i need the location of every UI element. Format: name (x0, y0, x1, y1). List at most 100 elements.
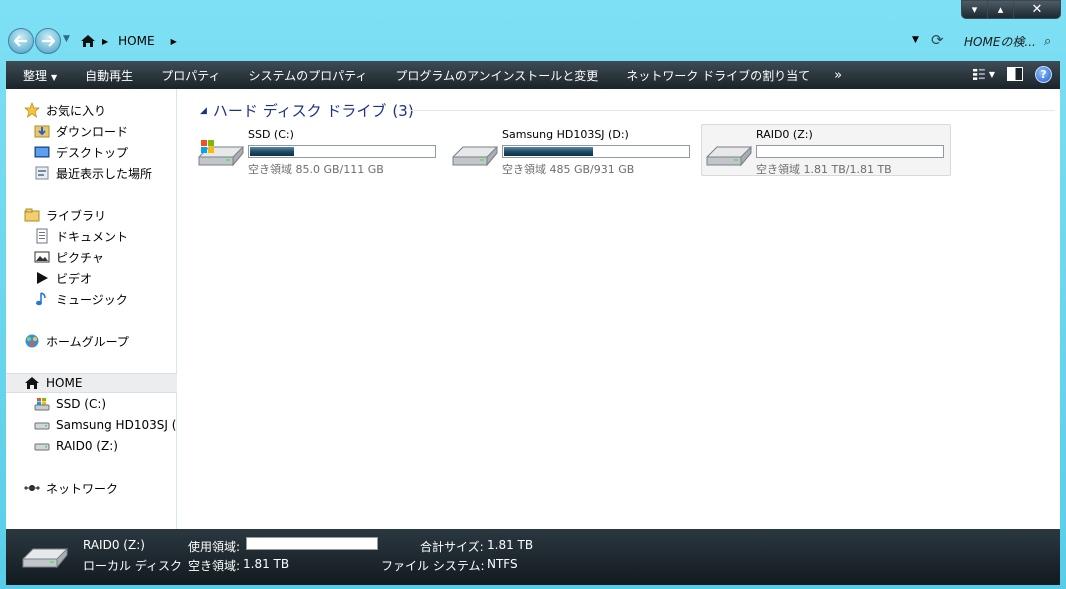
view-controls: ▼ ? (973, 65, 1052, 83)
nav-item-music[interactable]: ミュージック (6, 289, 177, 309)
nav-item-videos[interactable]: ビデオ (6, 268, 177, 288)
more-commands-button[interactable]: » (824, 68, 856, 83)
nav-network[interactable]: ネットワーク (6, 478, 177, 498)
breadcrumb-item-home[interactable]: HOME (118, 34, 154, 48)
organize-button[interactable]: 整理 ▼ (6, 67, 71, 84)
drive-usage-bar (502, 145, 690, 158)
window-controls: ▾ ▴ ✕ (961, 0, 1061, 19)
nav-item-documents[interactable]: ドキュメント (6, 226, 177, 246)
minimize-button[interactable]: ▾ (961, 0, 988, 19)
system-properties-button[interactable]: システムのプロパティ (234, 67, 381, 84)
music-icon (34, 291, 50, 307)
details-total-value: 1.81 TB (487, 538, 534, 552)
view-icon (973, 68, 985, 80)
close-button[interactable]: ✕ (1014, 0, 1061, 19)
hard-drive-icon (702, 125, 756, 177)
drive-usage-bar (248, 145, 436, 158)
drive-name: RAID0 (Z:) (756, 128, 813, 141)
video-icon (34, 270, 50, 286)
home-icon (24, 375, 40, 391)
nav-item-label: RAID0 (Z:) (56, 439, 118, 453)
recent-places-icon (34, 165, 50, 181)
drive-free-space: 空き領域 1.81 TB/1.81 TB (756, 163, 892, 176)
hard-drive-icon (34, 438, 50, 454)
back-button[interactable] (8, 28, 34, 54)
properties-button[interactable]: プロパティ (147, 67, 234, 84)
address-row: ▼ ▶ HOME ▶ ▼ ⟳ HOMEの検... ⌕ (6, 27, 1060, 55)
details-drive-name: RAID0 (Z:) (83, 538, 145, 552)
drive-usage-bar (756, 145, 944, 158)
search-icon: ⌕ (1044, 33, 1052, 49)
nav-item-label: ピクチャ (56, 250, 104, 265)
nav-libraries[interactable]: ライブラリ (6, 205, 177, 225)
nav-item-label: ダウンロード (56, 124, 129, 139)
group-title: ハード ディスク ドライブ (212, 102, 387, 120)
maximize-button[interactable]: ▴ (988, 0, 1014, 19)
forward-button[interactable] (35, 28, 61, 54)
map-network-drive-button[interactable]: ネットワーク ドライブの割り当て (612, 67, 824, 84)
nav-item-label: SSD (C:) (56, 397, 107, 411)
drive-tile-raid0[interactable]: RAID0 (Z:) 空き領域 1.81 TB/1.81 TB (701, 124, 951, 176)
details-pane: RAID0 (Z:) ローカル ディスク 使用領域: 空き領域: 1.81 TB… (6, 529, 1060, 585)
star-icon (24, 102, 40, 118)
refresh-icon[interactable]: ⟳ (931, 31, 944, 49)
preview-pane-icon[interactable] (1007, 67, 1023, 81)
change-view-button[interactable]: ▼ (973, 65, 995, 83)
nav-item-label: デスクトップ (56, 145, 129, 160)
breadcrumb-separator-icon[interactable]: ▶ (171, 37, 177, 46)
nav-item-label: 最近表示した場所 (56, 166, 153, 181)
nav-item-label: ミュージック (56, 292, 128, 307)
nav-computer-home[interactable]: HOME (6, 373, 177, 393)
picture-icon (34, 249, 50, 265)
drive-usage-fill (250, 147, 294, 156)
details-drive-type: ローカル ディスク (83, 559, 182, 573)
breadcrumb-separator-icon[interactable]: ▶ (102, 37, 108, 46)
nav-favorites[interactable]: お気に入り (6, 100, 177, 120)
home-icon (81, 35, 95, 47)
search-input[interactable]: HOMEの検... ⌕ (964, 30, 1062, 52)
nav-item-raid0[interactable]: RAID0 (Z:) (6, 436, 177, 456)
hard-drive-icon (22, 547, 68, 569)
nav-item-samsung[interactable]: Samsung HD103SJ (D:) (6, 415, 177, 435)
chevron-down-icon: ▼ (988, 69, 995, 79)
nav-favorites-label: お気に入り (46, 103, 107, 118)
drive-tile-samsung[interactable]: Samsung HD103SJ (D:) 空き領域 485 GB/931 GB (448, 125, 698, 177)
nav-item-label: ビデオ (56, 271, 93, 286)
command-bar: 整理 ▼ 自動再生 プロパティ システムのプロパティ プログラムのアンインストール… (6, 61, 1060, 89)
help-icon[interactable]: ? (1035, 65, 1052, 83)
recent-pages-dropdown[interactable]: ▼ (63, 34, 70, 44)
group-header[interactable]: ◢ ハード ディスク ドライブ (3) (200, 100, 414, 121)
nav-item-label: Samsung HD103SJ (D:) (56, 418, 177, 432)
nav-item-downloads[interactable]: ダウンロード (6, 121, 177, 141)
nav-item-ssd[interactable]: SSD (C:) (6, 394, 177, 414)
library-icon (24, 207, 40, 223)
homegroup-icon (24, 333, 40, 349)
nav-item-pictures[interactable]: ピクチャ (6, 247, 177, 267)
network-icon (24, 480, 40, 496)
group-collapse-icon[interactable]: ◢ (200, 106, 207, 116)
drive-tile-ssd[interactable]: SSD (C:) 空き領域 85.0 GB/111 GB (194, 125, 444, 177)
nav-homegroup[interactable]: ホームグループ (6, 331, 177, 351)
details-filesystem-value: NTFS (487, 557, 518, 571)
content-pane: ◢ ハード ディスク ドライブ (3) SSD (C:) 空き領域 85.0 G… (178, 89, 1060, 529)
details-usage-bar (246, 537, 378, 550)
arrow-left-icon (14, 35, 27, 47)
drive-name: SSD (C:) (248, 128, 294, 141)
windows-drive-icon (34, 396, 50, 412)
hard-drive-icon (448, 125, 502, 177)
search-placeholder: HOMEの検... (964, 34, 1036, 49)
chevron-down-icon: ▼ (51, 72, 58, 82)
details-total-label: 合計サイズ: (420, 540, 484, 554)
address-history-dropdown[interactable]: ▼ (912, 35, 919, 45)
autoplay-button[interactable]: 自動再生 (71, 67, 147, 84)
group-divider (410, 110, 1055, 111)
drive-free-space: 空き領域 85.0 GB/111 GB (248, 163, 384, 176)
nav-item-recent-places[interactable]: 最近表示した場所 (6, 163, 177, 183)
uninstall-programs-button[interactable]: プログラムのアンインストールと変更 (381, 67, 612, 84)
breadcrumb[interactable]: ▶ HOME ▶ (76, 29, 906, 53)
nav-network-label: ネットワーク (46, 481, 119, 496)
details-free-label: 空き領域: (188, 559, 241, 573)
nav-homegroup-label: ホームグループ (46, 334, 129, 349)
hard-drive-icon (34, 417, 50, 433)
nav-item-desktop[interactable]: デスクトップ (6, 142, 177, 162)
